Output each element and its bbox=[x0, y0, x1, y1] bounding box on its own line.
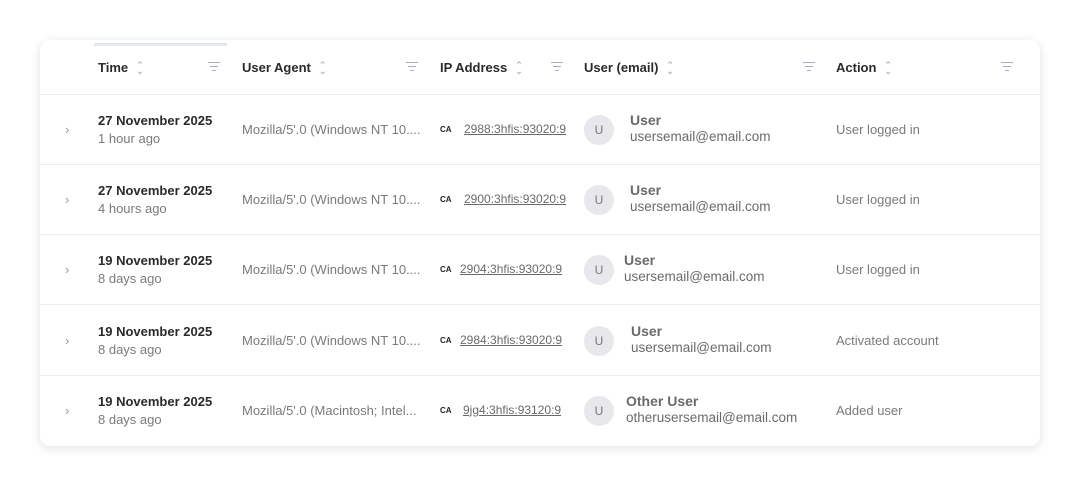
user-cell: User usersemail@email.com bbox=[631, 323, 772, 355]
user-cell: User usersemail@email.com bbox=[630, 182, 771, 214]
filter-icon[interactable] bbox=[551, 62, 563, 72]
expand-chevron-icon[interactable]: › bbox=[65, 192, 69, 207]
user-agent: Mozilla/5'.0 (Windows NT 10.... bbox=[242, 192, 421, 208]
avatar: U bbox=[584, 185, 614, 216]
expand-chevron-icon[interactable]: › bbox=[65, 262, 69, 277]
time-cell: 19 November 2025 8 days ago bbox=[98, 253, 212, 286]
action: Activated account bbox=[836, 332, 939, 348]
user-agent: Mozilla/5'.0 (Windows NT 10.... bbox=[242, 122, 421, 137]
user-email: usersemail@email.com bbox=[630, 199, 771, 215]
ip-address-link[interactable]: 2988:3hfis:93020:9 bbox=[464, 122, 566, 136]
relative-time: 8 days ago bbox=[98, 271, 162, 287]
time-cell: 27 November 2025 4 hours ago bbox=[98, 183, 212, 216]
column-label: IP Address bbox=[440, 60, 508, 75]
user-cell: User usersemail@email.com bbox=[630, 112, 771, 144]
sort-icon[interactable]: ⌃ ⌄ bbox=[319, 60, 327, 75]
user-name: User bbox=[631, 322, 663, 339]
time-cell: 19 November 2025 8 days ago bbox=[98, 394, 212, 427]
country-code: CA bbox=[440, 265, 452, 275]
action: User logged in bbox=[836, 122, 920, 137]
sort-icon[interactable]: ⌃ ⌄ bbox=[515, 60, 523, 75]
column-header-ip-address[interactable]: IP Address ⌃ ⌄ bbox=[440, 60, 523, 75]
relative-time: 1 hour ago bbox=[98, 131, 161, 146]
relative-time: 4 hours ago bbox=[98, 201, 167, 217]
user-agent: Mozilla/5'.0 (Windows NT 10.... bbox=[242, 332, 421, 348]
ip-address-link[interactable]: 9jg4:3hfis:93120:9 bbox=[463, 403, 561, 417]
expand-chevron-icon[interactable]: › bbox=[65, 403, 69, 418]
ip-address-link[interactable]: 2984:3hfis:93020:9 bbox=[460, 333, 562, 347]
relative-time: 8 days ago bbox=[98, 411, 162, 427]
table-header: Time ⌃ ⌄ User Agent ⌃ ⌄ IP Address ⌃ ⌄ User (e… bbox=[40, 40, 1040, 95]
column-header-user[interactable]: User (email) ⌃ ⌄ bbox=[584, 60, 674, 75]
column-header-action[interactable]: Action ⌃ ⌄ bbox=[836, 60, 892, 75]
time-cell: 27 November 2025 1 hour ago bbox=[98, 113, 212, 146]
user-cell: User usersemail@email.com bbox=[624, 252, 765, 284]
column-header-time[interactable]: Time ⌃ ⌄ bbox=[98, 60, 144, 75]
table-row[interactable]: › 27 November 2025 1 hour ago Mozilla/5'… bbox=[40, 95, 1040, 165]
user-email: otherusersemail@email.com bbox=[626, 409, 798, 425]
avatar: U bbox=[584, 325, 614, 356]
time-cell: 19 November 2025 8 days ago bbox=[98, 324, 212, 357]
date: 19 November 2025 bbox=[98, 393, 213, 409]
action: Added user bbox=[836, 402, 903, 418]
country-code: CA bbox=[440, 125, 452, 134]
column-header-user-agent[interactable]: User Agent ⌃ ⌄ bbox=[242, 60, 326, 75]
column-label: Time bbox=[98, 60, 129, 75]
date: 27 November 2025 bbox=[98, 183, 213, 199]
date: 27 November 2025 bbox=[98, 113, 213, 128]
table-row[interactable]: › 19 November 2025 8 days ago Mozilla/5'… bbox=[40, 306, 1040, 376]
date: 19 November 2025 bbox=[98, 253, 213, 269]
table-row[interactable]: › 27 November 2025 4 hours ago Mozilla/5… bbox=[40, 165, 1040, 236]
column-label: User (email) bbox=[584, 60, 659, 75]
country-code: CA bbox=[440, 335, 452, 345]
table-row[interactable]: › 19 November 2025 8 days ago Mozilla/5'… bbox=[40, 235, 1040, 306]
expand-chevron-icon[interactable]: › bbox=[65, 122, 69, 137]
table-row[interactable]: › 19 November 2025 8 days ago Mozilla/5'… bbox=[40, 376, 1040, 446]
action: User logged in bbox=[836, 192, 920, 208]
user-name: User bbox=[624, 252, 656, 269]
expand-chevron-icon[interactable]: › bbox=[65, 333, 69, 348]
avatar: U bbox=[584, 395, 614, 426]
avatar: U bbox=[584, 115, 614, 145]
sort-icon[interactable]: ⌃ ⌄ bbox=[884, 60, 892, 75]
country-code: CA bbox=[440, 405, 452, 415]
ip-address-link[interactable]: 2904:3hfis:93020:9 bbox=[460, 262, 562, 276]
country-code: CA bbox=[440, 195, 452, 205]
audit-log-table: Time ⌃ ⌄ User Agent ⌃ ⌄ IP Address ⌃ ⌄ User (e… bbox=[40, 40, 1040, 446]
user-email: usersemail@email.com bbox=[630, 129, 771, 144]
filter-icon[interactable] bbox=[803, 62, 815, 72]
filter-icon[interactable] bbox=[1001, 62, 1013, 72]
user-email: usersemail@email.com bbox=[631, 339, 772, 355]
column-label: Action bbox=[836, 60, 877, 75]
user-agent: Mozilla/5'.0 (Macintosh; Intel... bbox=[242, 402, 417, 418]
user-name: User bbox=[630, 112, 662, 128]
column-label: User Agent bbox=[242, 60, 311, 75]
user-name: User bbox=[630, 182, 662, 199]
filter-icon[interactable] bbox=[208, 62, 220, 72]
sort-icon[interactable]: ⌃ ⌄ bbox=[136, 60, 144, 75]
sort-icon[interactable]: ⌃ ⌄ bbox=[666, 60, 674, 75]
user-cell: Other User otherusersemail@email.com bbox=[626, 393, 797, 425]
user-agent: Mozilla/5'.0 (Windows NT 10.... bbox=[242, 262, 421, 278]
relative-time: 8 days ago bbox=[98, 341, 162, 357]
action: User logged in bbox=[836, 262, 920, 278]
user-name: Other User bbox=[626, 392, 699, 409]
user-email: usersemail@email.com bbox=[624, 269, 765, 285]
ip-address-link[interactable]: 2900:3hfis:93020:9 bbox=[464, 192, 566, 206]
date: 19 November 2025 bbox=[98, 323, 213, 339]
filter-icon[interactable] bbox=[406, 62, 418, 72]
avatar: U bbox=[584, 255, 614, 286]
